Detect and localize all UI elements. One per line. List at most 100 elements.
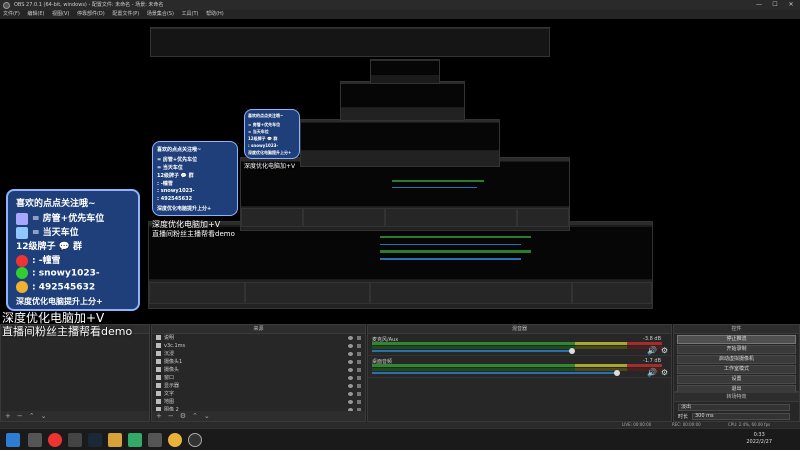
controls-dock: 控件 停止推流 开始录制 启动虚拟摄像机 工作室模式 设置 退出 [673, 324, 800, 394]
nested-card-2-line: : snowy1023- [248, 143, 279, 148]
source-item[interactable]: 沉浸 [152, 350, 365, 358]
sources-dock: 来源 说明 v3c.1ms 沉浸 摄像头1 摄像头 窗口 显示器 文字 地图 图… [151, 324, 366, 422]
source-item[interactable]: 显示器 [152, 382, 365, 390]
steam-icon[interactable] [88, 433, 102, 447]
lock-icon[interactable] [357, 336, 361, 340]
visibility-eye-icon[interactable] [348, 360, 353, 364]
move-scene-up-button[interactable]: ⌃ [29, 412, 35, 420]
obs-taskbar-icon[interactable] [188, 433, 202, 447]
nested-card-2: 喜欢的点点关注哦~ = 房管+优先车位 = 当天车位 12级牌子 💬 群 : s… [244, 109, 300, 159]
studio-mode-button[interactable]: 工作室模式 [677, 365, 796, 374]
visibility-eye-icon[interactable] [348, 336, 353, 340]
transition-select[interactable]: 淡出 [678, 404, 790, 411]
system-clock[interactable]: 0:33 2022/2/27 [746, 432, 772, 446]
duration-input[interactable]: 300 ms [692, 413, 790, 420]
source-item[interactable]: 文字 [152, 390, 365, 398]
visibility-eye-icon[interactable] [348, 376, 353, 380]
preview-canvas[interactable]: 喜欢的点点关注哦~ = 房管+优先车位 = 当天车位 12级牌子 💬 群 : -… [0, 19, 800, 324]
source-type-icon [156, 391, 161, 396]
source-item[interactable]: 摄像头1 [152, 358, 365, 366]
overlay-text-line2: 直播间粉丝主播帮看demo [2, 325, 133, 338]
card-line-3: 12级牌子 💬 群 [16, 242, 82, 252]
volume-slider-knob[interactable] [569, 348, 575, 354]
nested-capture-4 [340, 81, 465, 121]
menu-bar: 文件(F) 编辑(E) 视图(V) 停靠部件(D) 配置文件(P) 场景集合(S… [0, 10, 800, 19]
lock-icon[interactable] [357, 376, 361, 380]
visibility-eye-icon[interactable] [348, 392, 353, 396]
app-icon[interactable] [148, 433, 162, 447]
menu-scene-collection[interactable]: 场景集合(S) [144, 10, 177, 19]
visibility-eye-icon[interactable] [348, 368, 353, 372]
source-type-icon [156, 399, 161, 404]
settings-gear-icon[interactable] [28, 433, 42, 447]
source-type-icon [156, 367, 161, 372]
duration-label: 时长 [678, 414, 689, 420]
volume-slider[interactable] [372, 348, 575, 354]
remove-scene-button[interactable]: − [17, 412, 23, 420]
maximize-button[interactable]: ☐ [768, 0, 782, 10]
speaker-icon[interactable]: 🔊 [647, 368, 657, 377]
menu-help[interactable]: 帮助(H) [203, 10, 227, 19]
remove-source-button[interactable]: − [168, 412, 174, 420]
menu-file[interactable]: 文件(F) [0, 10, 23, 19]
nested-capture-3 [300, 119, 500, 167]
boat-icon [16, 212, 28, 225]
nested-capture-top [150, 27, 550, 57]
move-scene-down-button[interactable]: ⌄ [41, 412, 47, 420]
source-item[interactable]: v3c.1ms [152, 342, 365, 350]
settings-button[interactable]: 设置 [677, 375, 796, 384]
volume-slider[interactable] [372, 370, 620, 376]
lock-icon[interactable] [357, 352, 361, 356]
source-item[interactable]: 地图 [152, 398, 365, 406]
chrome-icon[interactable] [168, 433, 182, 447]
mixer-channel-mic: 麦克风/Aux -3.8 dB 🔊 ⚙ [368, 334, 671, 356]
source-item[interactable]: 说明 [152, 334, 365, 342]
nested-card-1-line: 深度优化电脑提升上分+ [157, 206, 212, 212]
lock-icon[interactable] [357, 360, 361, 364]
app-icon[interactable] [128, 433, 142, 447]
volume-slider-knob[interactable] [614, 370, 620, 376]
add-source-button[interactable]: + [156, 412, 162, 420]
gear-icon[interactable]: ⚙ [661, 346, 668, 355]
nested-card-1-line: 12级牌子 💬 群 [157, 173, 194, 179]
app-icon[interactable] [68, 433, 82, 447]
lock-icon[interactable] [357, 368, 361, 372]
game-icon[interactable] [108, 433, 122, 447]
windows-taskbar: 0:33 2022/2/27 [0, 428, 800, 450]
menu-edit[interactable]: 编辑(E) [24, 10, 47, 19]
start-virtual-camera-button[interactable]: 启动虚拟摄像机 [677, 355, 796, 364]
visibility-eye-icon[interactable] [348, 344, 353, 348]
lock-icon[interactable] [357, 344, 361, 348]
close-button[interactable]: ✕ [784, 0, 798, 10]
lock-icon[interactable] [357, 384, 361, 388]
source-item[interactable]: 摄像头 [152, 366, 365, 374]
nested-card-1-line: : -幢雪 [157, 181, 173, 187]
lock-icon[interactable] [357, 400, 361, 404]
menu-profile[interactable]: 配置文件(P) [109, 10, 142, 19]
speaker-icon[interactable]: 🔊 [647, 346, 657, 355]
menu-tools[interactable]: 工具(T) [179, 10, 202, 19]
volume-meter [372, 364, 662, 367]
visibility-eye-icon[interactable] [348, 400, 353, 404]
nested-overlay-text: 直播间粉丝主播帮看demo [152, 230, 235, 238]
menu-view[interactable]: 视图(V) [49, 10, 72, 19]
start-recording-button[interactable]: 开始录制 [677, 345, 796, 354]
volume-meter [372, 342, 662, 345]
weibo-app-icon[interactable] [48, 433, 62, 447]
stop-streaming-button[interactable]: 停止推流 [677, 335, 796, 344]
visibility-eye-icon[interactable] [348, 352, 353, 356]
add-scene-button[interactable]: + [5, 412, 11, 420]
audio-mixer-dock: 混音器 麦克风/Aux -3.8 dB 🔊 ⚙ 桌面音频 -1.7 dB 🔊 ⚙ [367, 324, 672, 422]
source-properties-gear-icon[interactable]: ⚙ [180, 412, 186, 420]
lock-icon[interactable] [357, 392, 361, 396]
visibility-eye-icon[interactable] [348, 384, 353, 388]
source-item[interactable]: 窗口 [152, 374, 365, 382]
move-source-down-button[interactable]: ⌄ [204, 412, 210, 420]
minimize-button[interactable]: — [752, 0, 766, 10]
menu-docks[interactable]: 停靠部件(D) [74, 10, 108, 19]
windows-start-icon[interactable] [6, 433, 20, 447]
move-source-up-button[interactable]: ⌃ [192, 412, 198, 420]
card-line-4: : -幢雪 [16, 253, 60, 267]
gear-icon[interactable]: ⚙ [661, 368, 668, 377]
card-line-title: 喜欢的点点关注哦~ [16, 199, 96, 209]
